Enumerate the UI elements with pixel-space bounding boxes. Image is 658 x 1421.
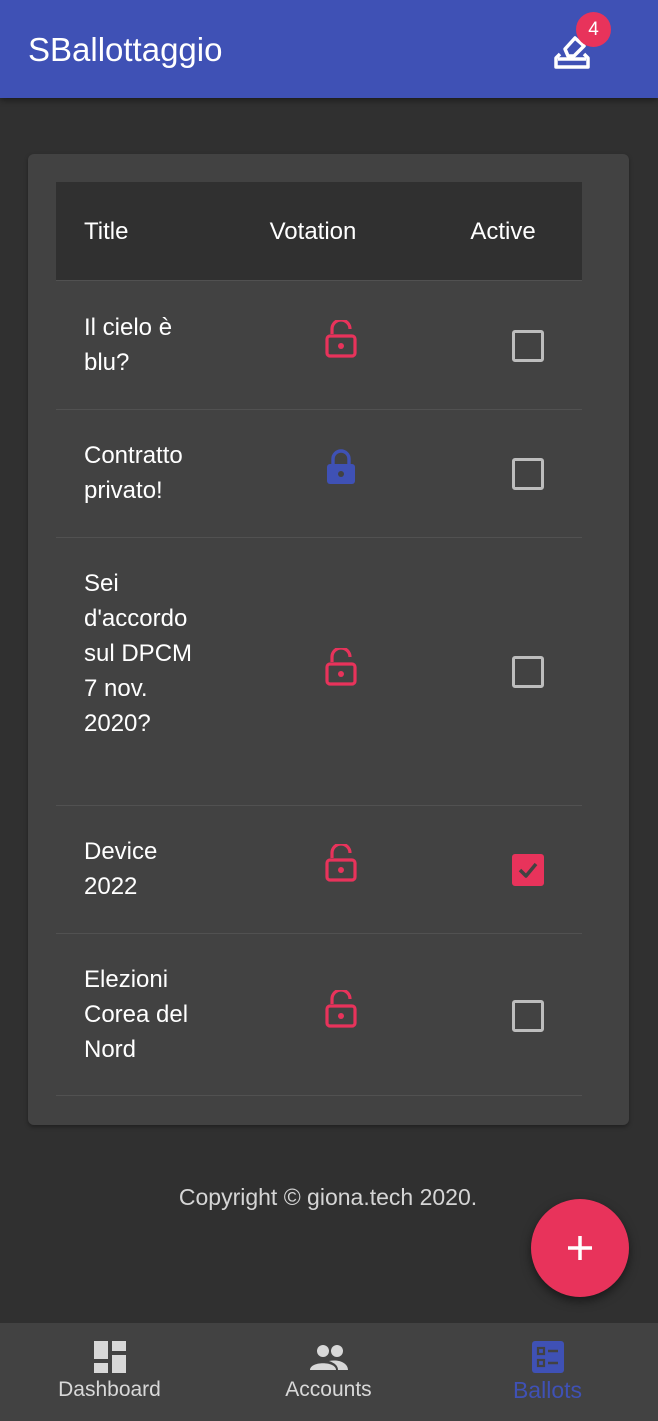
table-header: Title Votation Active [56,182,582,281]
column-header-votation: Votation [269,218,357,245]
row-title: Sei d'accordo sul DPCM 7 nov. 2020? [84,570,193,737]
active-checkbox[interactable] [512,458,544,490]
notification-badge: 4 [576,12,611,47]
table-row[interactable]: Elezioni Corea del Nord [56,934,582,1096]
lock-open-icon[interactable] [324,320,358,358]
people-icon [310,1345,348,1370]
active-checkbox[interactable] [512,330,544,362]
active-checkbox[interactable] [512,656,544,688]
active-checkbox[interactable] [512,854,544,886]
nav-item-accounts[interactable]: Accounts [219,1323,438,1421]
nav-item-ballots[interactable]: Ballots [438,1323,657,1421]
app-title: SBallottaggio [28,31,223,68]
row-title: Il cielo è blu? [84,314,173,376]
add-ballot-button[interactable] [531,1199,629,1297]
table-row[interactable]: Device 2022 [56,806,582,934]
active-checkbox[interactable] [512,1000,544,1032]
lock-open-icon[interactable] [324,648,358,686]
lock-open-icon[interactable] [324,844,358,882]
row-title: Elezioni Corea del Nord [84,966,189,1063]
ballot-list-icon [532,1341,564,1373]
plus-icon [568,1236,592,1260]
row-title: Device 2022 [84,838,158,900]
table-row[interactable]: Sei d'accordo sul DPCM 7 nov. 2020? [56,538,582,806]
nav-label-dashboard: Dashboard [58,1378,161,1401]
nav-label-ballots: Ballots [512,1377,583,1403]
row-title: Contratto privato! [84,442,183,504]
nav-item-dashboard[interactable]: Dashboard [0,1323,219,1421]
lock-closed-icon[interactable] [324,448,358,486]
bottom-navigation: Dashboard Accounts Ballots [0,1323,658,1421]
dashboard-icon [94,1341,126,1373]
table-row[interactable]: Contratto privato! [56,410,582,538]
table-row[interactable]: Il cielo è blu? [56,282,582,410]
checkmark-icon [518,862,538,878]
column-header-active: Active [470,218,536,245]
nav-label-accounts: Accounts [285,1378,372,1401]
column-header-title: Title [84,218,129,245]
ballots-card: Title Votation Active Il cielo è blu? Co… [28,154,629,1125]
lock-open-icon[interactable] [324,990,358,1028]
app-bar: SBallottaggio 4 [0,0,658,98]
